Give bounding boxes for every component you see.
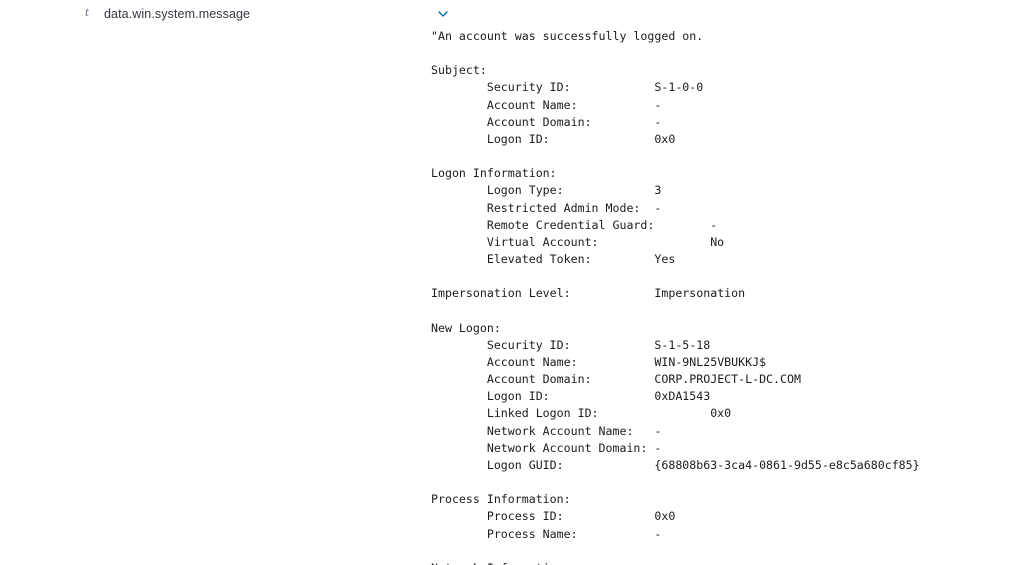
expand-toggle-button[interactable] xyxy=(433,4,453,24)
string-type-icon: t xyxy=(85,8,90,19)
field-name[interactable]: data.win.system.message xyxy=(104,6,250,22)
field-value-message: "An account was successfully logged on. … xyxy=(431,29,920,565)
chevron-down-icon xyxy=(438,11,448,17)
document-field-row: t data.win.system.message "An account wa… xyxy=(0,0,1010,565)
